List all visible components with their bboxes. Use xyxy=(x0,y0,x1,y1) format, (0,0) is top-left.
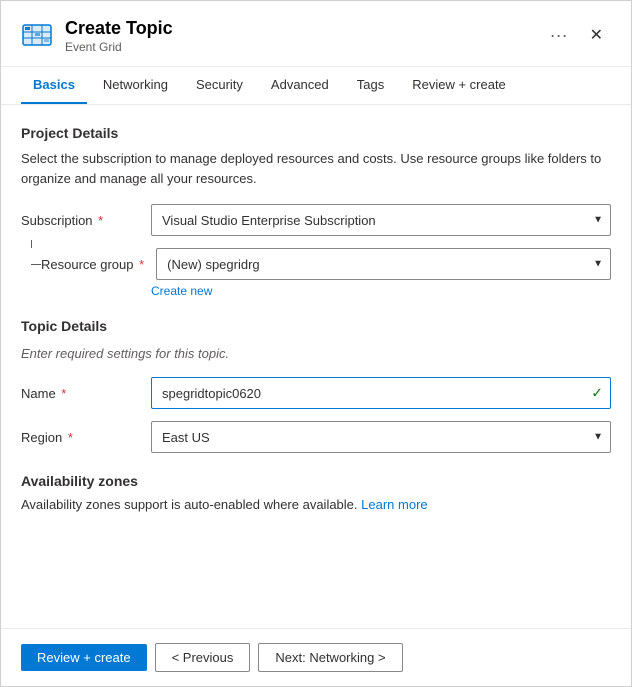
title-block: Create Topic Event Grid xyxy=(65,17,173,54)
resource-group-required: * xyxy=(136,257,145,272)
subscription-label: Subscription * xyxy=(21,213,151,228)
name-input[interactable] xyxy=(151,377,611,409)
availability-zones-description: Availability zones support is auto-enabl… xyxy=(21,497,611,512)
name-required: * xyxy=(58,386,67,401)
next-networking-button[interactable]: Next: Networking > xyxy=(258,643,402,672)
tab-security[interactable]: Security xyxy=(184,67,255,104)
availability-zones-section: Availability zones Availability zones su… xyxy=(21,473,611,512)
event-grid-icon xyxy=(21,19,53,51)
learn-more-link[interactable]: Learn more xyxy=(361,497,427,512)
create-topic-panel: Create Topic Event Grid ··· ✕ Basics Net… xyxy=(0,0,632,687)
subscription-control: Visual Studio Enterprise Subscription ▼ xyxy=(151,204,611,236)
previous-button[interactable]: < Previous xyxy=(155,643,251,672)
panel-title: Create Topic xyxy=(65,17,173,40)
project-details-title: Project Details xyxy=(21,125,611,141)
create-new-link[interactable]: Create new xyxy=(151,284,611,298)
review-create-button[interactable]: Review + create xyxy=(21,644,147,671)
tab-advanced[interactable]: Advanced xyxy=(259,67,341,104)
region-control: East US ▼ xyxy=(151,421,611,453)
region-row: Region * East US ▼ xyxy=(21,421,611,453)
project-details-description: Select the subscription to manage deploy… xyxy=(21,149,611,188)
topic-details-title: Topic Details xyxy=(21,318,611,334)
region-select[interactable]: East US xyxy=(151,421,611,453)
name-valid-icon: ✓ xyxy=(591,385,603,402)
close-button[interactable]: ✕ xyxy=(582,21,611,49)
subscription-select[interactable]: Visual Studio Enterprise Subscription xyxy=(151,204,611,236)
ellipsis-button[interactable]: ··· xyxy=(544,23,574,48)
name-row: Name * ✓ xyxy=(21,377,611,409)
panel-footer: Review + create < Previous Next: Network… xyxy=(1,628,631,686)
panel-header: Create Topic Event Grid ··· ✕ xyxy=(1,1,631,67)
name-label: Name * xyxy=(21,386,151,401)
resource-group-label: Resource group * xyxy=(41,257,156,272)
availability-zones-title: Availability zones xyxy=(21,473,611,489)
subscription-required: * xyxy=(95,213,104,228)
region-label: Region * xyxy=(21,430,151,445)
resource-group-control: (New) spegridrg ▼ xyxy=(156,248,611,280)
header-actions: ··· ✕ xyxy=(544,21,611,49)
subscription-row: Subscription * Visual Studio Enterprise … xyxy=(21,204,611,236)
tab-basics[interactable]: Basics xyxy=(21,67,87,104)
topic-details-divider: Topic Details xyxy=(21,318,611,334)
tab-bar: Basics Networking Security Advanced Tags… xyxy=(1,67,631,105)
resource-group-row: Resource group * (New) spegridrg ▼ xyxy=(21,248,611,280)
topic-details-note: Enter required settings for this topic. xyxy=(21,346,611,361)
header-left: Create Topic Event Grid xyxy=(21,17,173,54)
panel-content: Project Details Select the subscription … xyxy=(1,105,631,628)
name-control: ✓ xyxy=(151,377,611,409)
panel-subtitle: Event Grid xyxy=(65,40,173,54)
tab-review-create[interactable]: Review + create xyxy=(400,67,518,104)
tab-networking[interactable]: Networking xyxy=(91,67,180,104)
region-required: * xyxy=(64,430,73,445)
resource-group-select[interactable]: (New) spegridrg xyxy=(156,248,611,280)
tab-tags[interactable]: Tags xyxy=(345,67,396,104)
